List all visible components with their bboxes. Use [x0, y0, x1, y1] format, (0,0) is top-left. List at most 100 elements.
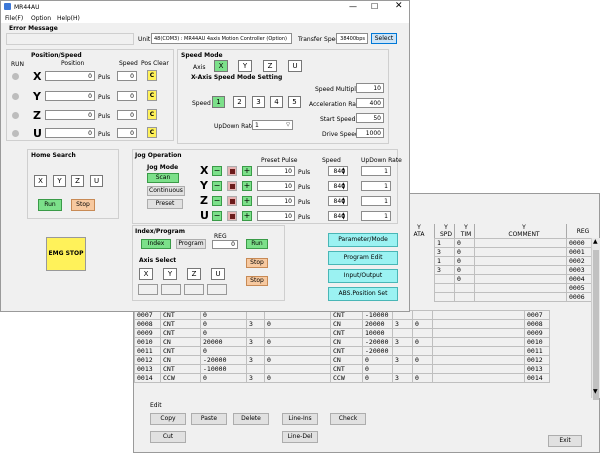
- jog-stop-button[interactable]: [227, 166, 237, 176]
- table-cell[interactable]: [392, 346, 413, 356]
- axis-select-u-button[interactable]: U: [211, 268, 225, 280]
- menu-file[interactable]: File(F): [5, 15, 23, 22]
- line-ins-button[interactable]: Line-Ins: [282, 413, 318, 425]
- table-cell[interactable]: 0009: [524, 328, 550, 338]
- table-cell[interactable]: [264, 364, 331, 374]
- table-cell[interactable]: 0: [412, 319, 433, 329]
- jog-plus-button[interactable]: +: [242, 181, 252, 191]
- table-cell[interactable]: 0: [200, 346, 247, 356]
- spinner-icon[interactable]: ▲ ▼: [342, 182, 345, 190]
- table-row[interactable]: 0010 CN 20000 3 0 CN -20000 3 0 0010: [134, 337, 550, 347]
- index-stop-button[interactable]: Stop: [246, 258, 268, 268]
- table-cell[interactable]: [392, 364, 413, 374]
- table-cell[interactable]: 0: [200, 328, 247, 338]
- index-run-button[interactable]: Run: [246, 239, 268, 249]
- comment-cell[interactable]: [474, 247, 567, 257]
- spd-cell[interactable]: 3: [434, 247, 455, 257]
- table-cell[interactable]: 0: [362, 364, 393, 374]
- table-cell[interactable]: 0: [264, 355, 331, 365]
- table-row[interactable]: 0013 CNT -10000 CNT 0 0013: [134, 364, 550, 374]
- table-cell[interactable]: 3: [392, 373, 413, 383]
- spd-cell[interactable]: [434, 283, 455, 293]
- table-cell[interactable]: 0010: [134, 337, 161, 347]
- table-cell[interactable]: 0: [362, 355, 393, 365]
- comment-cell[interactable]: [474, 292, 567, 302]
- table-row[interactable]: 0008 CNT 0 3 0 CN 20000 3 0 0008: [134, 319, 550, 329]
- axis-select-z-button[interactable]: Z: [187, 268, 201, 280]
- jog-updown-field[interactable]: 1: [361, 181, 391, 191]
- table-cell[interactable]: [432, 355, 525, 365]
- table-cell[interactable]: 0014: [524, 373, 550, 383]
- table-cell[interactable]: CN: [330, 337, 363, 347]
- table-cell[interactable]: [264, 346, 331, 356]
- spd-cell[interactable]: 3: [434, 265, 455, 275]
- tim-cell[interactable]: 0: [454, 274, 475, 284]
- comment-cell[interactable]: [474, 238, 567, 248]
- jog-continuous-button[interactable]: Continuous: [147, 186, 185, 196]
- drive-speed-field[interactable]: 1000: [356, 128, 384, 138]
- jog-minus-button[interactable]: −: [212, 211, 222, 221]
- jog-plus-button[interactable]: +: [242, 211, 252, 221]
- menu-option[interactable]: Option: [31, 15, 51, 22]
- table-row[interactable]: 0012 CN -20000 3 0 CN 0 3 0 0012: [134, 355, 550, 365]
- table-cell[interactable]: CNT: [330, 346, 363, 356]
- table-cell[interactable]: 0013: [524, 364, 550, 374]
- menu-help[interactable]: Help(H): [57, 15, 80, 22]
- table-cell[interactable]: [432, 373, 525, 383]
- tim-cell[interactable]: 0: [454, 265, 475, 275]
- reg-field[interactable]: 0: [212, 240, 238, 249]
- scroll-down-icon[interactable]: ▼: [593, 388, 598, 395]
- home-x-button[interactable]: X: [34, 175, 47, 187]
- table-row[interactable]: 3 0 0003: [434, 265, 592, 275]
- speed-axis-x-button[interactable]: X: [214, 60, 228, 72]
- table-cell[interactable]: [432, 310, 525, 320]
- updown-rate-select[interactable]: 1 ▽: [252, 120, 293, 130]
- table-cell[interactable]: [432, 346, 525, 356]
- table-cell[interactable]: [412, 328, 433, 338]
- spd-cell[interactable]: 1: [434, 238, 455, 248]
- jog-plus-button[interactable]: +: [242, 166, 252, 176]
- pos-clear-button[interactable]: C: [147, 70, 157, 81]
- table-row[interactable]: 0005: [434, 283, 592, 293]
- table-cell[interactable]: 0: [200, 373, 247, 383]
- spd-cell[interactable]: 1: [434, 256, 455, 266]
- table-cell[interactable]: CNT: [160, 346, 201, 356]
- tim-cell[interactable]: [454, 283, 475, 293]
- table-cell[interactable]: 0008: [524, 319, 550, 329]
- table-cell[interactable]: 0008: [134, 319, 161, 329]
- jog-preset-button[interactable]: Preset: [147, 199, 183, 209]
- home-u-button[interactable]: U: [90, 175, 103, 187]
- start-speed-field[interactable]: 50: [356, 113, 384, 123]
- table-cell[interactable]: 3: [392, 355, 413, 365]
- home-z-button[interactable]: Z: [71, 175, 84, 187]
- table-cell[interactable]: CN: [330, 319, 363, 329]
- paste-button[interactable]: Paste: [191, 413, 227, 425]
- parameter-mode-button[interactable]: Parameter/Mode: [328, 233, 398, 247]
- jog-plus-button[interactable]: +: [242, 196, 252, 206]
- speed-4-button[interactable]: 4: [270, 96, 283, 108]
- abs-position-set-button[interactable]: ABS.Position Set: [328, 287, 398, 301]
- jog-minus-button[interactable]: −: [212, 181, 222, 191]
- comment-cell[interactable]: [474, 265, 567, 275]
- jog-minus-button[interactable]: −: [212, 196, 222, 206]
- jog-scan-button[interactable]: Scan: [147, 173, 179, 183]
- comment-cell[interactable]: [474, 256, 567, 266]
- scroll-up-icon[interactable]: ▲: [593, 238, 598, 245]
- preset-pulse-field[interactable]: 10: [257, 181, 295, 191]
- table-cell[interactable]: 20000: [200, 337, 247, 347]
- jog-stop-button[interactable]: [227, 211, 237, 221]
- table-row[interactable]: 3 0 0001: [434, 247, 592, 257]
- table-cell[interactable]: 3: [246, 373, 265, 383]
- speed-1-button[interactable]: 1: [212, 96, 225, 108]
- spinner-icon[interactable]: ▲ ▼: [342, 167, 345, 175]
- table-cell[interactable]: 0012: [524, 355, 550, 365]
- comment-cell[interactable]: [474, 274, 567, 284]
- table-cell[interactable]: 0011: [134, 346, 161, 356]
- table-cell[interactable]: 0010: [524, 337, 550, 347]
- tim-cell[interactable]: 0: [454, 247, 475, 257]
- table-cell[interactable]: CNT: [160, 319, 201, 329]
- table-cell[interactable]: CNT: [160, 364, 201, 374]
- spinner-icon[interactable]: ▲ ▼: [342, 197, 345, 205]
- table-cell[interactable]: 0014: [134, 373, 161, 383]
- table-cell[interactable]: [412, 310, 433, 320]
